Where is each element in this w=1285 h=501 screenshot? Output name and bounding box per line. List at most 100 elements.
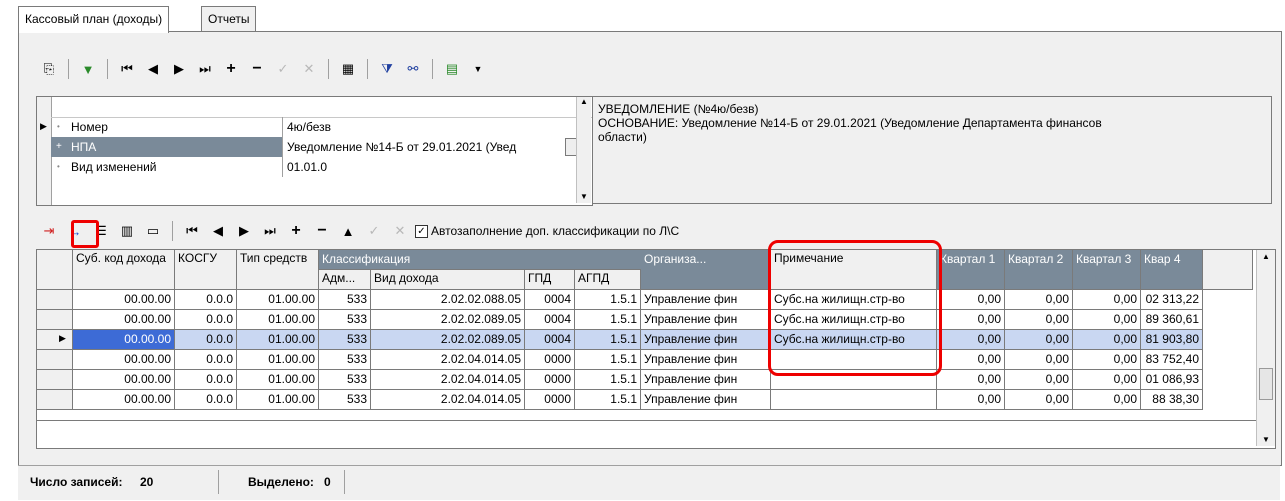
scroll-down-icon[interactable]: ▼ xyxy=(580,192,588,201)
grid-cell-kosgu[interactable]: 0.0.0 xyxy=(175,370,237,390)
prev-record-icon[interactable]: ◀ xyxy=(143,59,163,79)
grid-cell-adm[interactable]: 533 xyxy=(319,290,371,310)
grid-cell-agpd[interactable]: 1.5.1 xyxy=(575,350,641,370)
delete-record-icon[interactable]: − xyxy=(312,221,332,241)
grid-cell-q3[interactable]: 0,00 xyxy=(1073,370,1141,390)
first-record-icon[interactable]: ⏮ xyxy=(182,221,202,241)
grid-cell-q4[interactable]: 01 086,93 xyxy=(1141,370,1203,390)
next-record-icon[interactable]: ▶ xyxy=(169,59,189,79)
grid-cell-agpd[interactable]: 1.5.1 xyxy=(575,390,641,410)
header-kosgu[interactable]: КОСГУ xyxy=(175,250,237,290)
grid-cell-income-type[interactable]: 2.02.02.088.05 xyxy=(371,290,525,310)
grid-cell-q4[interactable]: 81 903,80 xyxy=(1141,330,1203,350)
header-fund-type[interactable]: Тип средств xyxy=(237,250,319,290)
property-value[interactable]: 01.01.0 xyxy=(283,157,565,177)
grid-cell-gpd[interactable]: 0000 xyxy=(525,370,575,390)
row-indicator[interactable] xyxy=(37,310,73,330)
grid-cell-sub-code[interactable]: 00.00.00 xyxy=(73,350,175,370)
grid-cell-kosgu[interactable]: 0.0.0 xyxy=(175,390,237,410)
exit-icon[interactable]: ⇥ xyxy=(39,221,59,241)
grid-cell-gpd[interactable]: 0000 xyxy=(525,390,575,410)
grid-cell-q4[interactable]: 83 752,40 xyxy=(1141,350,1203,370)
row-indicator[interactable]: ▶ xyxy=(37,330,73,350)
move-up-icon[interactable]: ▲ xyxy=(338,221,358,241)
header-q4[interactable]: Квар 4 xyxy=(1141,250,1203,290)
grid-cell-agpd[interactable]: 1.5.1 xyxy=(575,330,641,350)
next-record-icon[interactable]: ▶ xyxy=(234,221,254,241)
grid-cell-q3[interactable]: 0,00 xyxy=(1073,350,1141,370)
grid-cell-fund-type[interactable]: 01.00.00 xyxy=(237,330,319,350)
delete-record-icon[interactable]: − xyxy=(247,59,267,79)
header-adm[interactable]: Адм... xyxy=(319,270,371,290)
grid-cell-agpd[interactable]: 1.5.1 xyxy=(575,370,641,390)
property-value[interactable]: 4ю/безв xyxy=(283,117,565,137)
grid-cell-adm[interactable]: 533 xyxy=(319,310,371,330)
header-q3[interactable]: Квартал 3 xyxy=(1073,250,1141,290)
grid-cell-org[interactable]: Управление фин xyxy=(641,350,771,370)
grid-cell-fund-type[interactable]: 01.00.00 xyxy=(237,390,319,410)
header-income-type[interactable]: Вид дохода xyxy=(371,270,525,290)
export-icon[interactable]: ▤ xyxy=(442,59,462,79)
grid-cell-gpd[interactable]: 0004 xyxy=(525,310,575,330)
grid-cell-gpd[interactable]: 0000 xyxy=(525,350,575,370)
calculator-icon[interactable]: ▦ xyxy=(338,59,358,79)
grid-cell-q2[interactable]: 0,00 xyxy=(1005,370,1073,390)
last-record-icon[interactable]: ⏭ xyxy=(260,221,280,241)
grid-cell-q1[interactable]: 0,00 xyxy=(937,370,1005,390)
grid-cell-income-type[interactable]: 2.02.04.014.05 xyxy=(371,390,525,410)
grid-cell-sub-code[interactable]: 00.00.00 xyxy=(73,370,175,390)
grid-cell-q1[interactable]: 0,00 xyxy=(937,310,1005,330)
scroll-up-icon[interactable]: ▲ xyxy=(1262,252,1270,261)
grid-cell-q2[interactable]: 0,00 xyxy=(1005,330,1073,350)
autofill-checkbox[interactable]: ✓ xyxy=(415,224,428,238)
header-agpd[interactable]: АГПД xyxy=(575,270,641,290)
scroll-thumb[interactable] xyxy=(1259,368,1273,400)
header-q2[interactable]: Квартал 2 xyxy=(1005,250,1073,290)
properties-scrollbar[interactable]: ▲ ▼ xyxy=(576,97,591,203)
grid-cell-q3[interactable]: 0,00 xyxy=(1073,390,1141,410)
last-record-icon[interactable]: ⏭ xyxy=(195,59,215,79)
property-value[interactable]: Уведомление №14-Б от 29.01.2021 (Увед xyxy=(283,137,565,157)
grid-cell-kosgu[interactable]: 0.0.0 xyxy=(175,290,237,310)
grid-cell-fund-type[interactable]: 01.00.00 xyxy=(237,350,319,370)
grid-cell-q4[interactable]: 02 313,22 xyxy=(1141,290,1203,310)
grid-cell-sub-code[interactable]: 00.00.00 xyxy=(73,310,175,330)
columns-config-icon[interactable]: ▥ xyxy=(117,221,137,241)
grid-cell-q2[interactable]: 0,00 xyxy=(1005,310,1073,330)
grid-cell-income-type[interactable]: 2.02.02.089.05 xyxy=(371,330,525,350)
grid-cell-q2[interactable]: 0,00 xyxy=(1005,350,1073,370)
grid-cell-q1[interactable]: 0,00 xyxy=(937,330,1005,350)
header-org[interactable]: Организа... xyxy=(641,250,771,290)
grid-cell-org[interactable]: Управление фин xyxy=(641,310,771,330)
grid-cell-note[interactable] xyxy=(771,390,937,410)
grid-cell-org[interactable]: Управление фин xyxy=(641,330,771,350)
row-indicator[interactable] xyxy=(37,290,73,310)
copy-icon[interactable]: ⎘ xyxy=(39,59,59,79)
add-record-icon[interactable]: + xyxy=(286,221,306,241)
grid-cell-q3[interactable]: 0,00 xyxy=(1073,290,1141,310)
grid-cell-sub-code[interactable]: 00.00.00 xyxy=(73,290,175,310)
tab-reports[interactable]: Отчеты xyxy=(201,6,257,31)
chevron-down-icon[interactable]: ▼ xyxy=(468,59,488,79)
grid-cell-q2[interactable]: 0,00 xyxy=(1005,390,1073,410)
grid-cell-adm[interactable]: 533 xyxy=(319,370,371,390)
add-record-icon[interactable]: + xyxy=(221,59,241,79)
scroll-up-icon[interactable]: ▲ xyxy=(580,97,588,106)
grid-cell-fund-type[interactable]: 01.00.00 xyxy=(237,370,319,390)
tab-cash-plan[interactable]: Кассовый план (доходы) xyxy=(18,6,170,33)
grid-cell-adm[interactable]: 533 xyxy=(319,390,371,410)
grid-cell-adm[interactable]: 533 xyxy=(319,330,371,350)
grid-cell-org[interactable]: Управление фин xyxy=(641,370,771,390)
grid-cell-org[interactable]: Управление фин xyxy=(641,390,771,410)
binoculars-icon[interactable]: ⚯ xyxy=(403,59,423,79)
grid-cell-gpd[interactable]: 0004 xyxy=(525,290,575,310)
grid-cell-q4[interactable]: 89 360,61 xyxy=(1141,310,1203,330)
grid-cell-sub-code[interactable]: 00.00.00 xyxy=(73,390,175,410)
grid-scrollbar[interactable]: ▲ ▼ xyxy=(1256,250,1275,446)
grid-cell-fund-type[interactable]: 01.00.00 xyxy=(237,310,319,330)
grid-cell-q4[interactable]: 88 38,30 xyxy=(1141,390,1203,410)
folder-icon[interactable]: ▭ xyxy=(143,221,163,241)
grid-cell-agpd[interactable]: 1.5.1 xyxy=(575,310,641,330)
grid-cell-agpd[interactable]: 1.5.1 xyxy=(575,290,641,310)
grid-cell-income-type[interactable]: 2.02.04.014.05 xyxy=(371,370,525,390)
